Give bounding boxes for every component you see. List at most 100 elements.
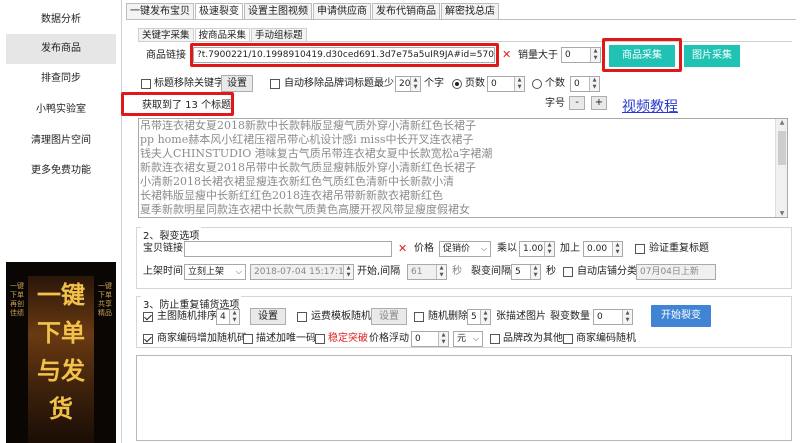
merchant-code-add-checkbox[interactable] — [143, 334, 153, 344]
price-unit-select[interactable]: 元 ⌵ — [453, 331, 483, 347]
fission-count-spinner[interactable]: ▲ ▼ — [622, 310, 632, 324]
random-delete-checkbox[interactable] — [414, 312, 424, 322]
main-img-random-label: 主图随机排序 — [157, 311, 217, 322]
seq-minus-button[interactable]: - — [569, 96, 585, 110]
sidebar-item-data-analysis[interactable]: 数据分析 — [6, 5, 116, 35]
desc-add-code-checkbox[interactable] — [243, 334, 253, 344]
start-fission-button[interactable]: 开始裂变 — [651, 305, 711, 327]
subtab-divider — [138, 41, 792, 42]
freight-random-label: 运费模板随机 — [311, 311, 371, 322]
auto-remove-brand-checkbox[interactable] — [270, 79, 280, 89]
chevron-down-icon: ⌵ — [472, 334, 479, 343]
brand-to-other-checkbox[interactable] — [490, 334, 500, 344]
freight-settings-button[interactable]: 设置 — [371, 308, 407, 325]
title-line: 新款连衣裙女夏2018吊带中长款气质显瘦韩版外穿小清新红色长裙子 — [140, 161, 476, 174]
tab-decrypt-store[interactable]: 解密找总店 — [441, 3, 499, 20]
random-delete-input[interactable]: 5 ▲ ▼ — [467, 309, 491, 325]
main-img-spinner[interactable]: ▲ ▼ — [229, 310, 239, 324]
price-float-label: 价格浮动 — [369, 333, 409, 344]
main-img-settings-button[interactable]: 设置 — [250, 308, 286, 325]
stable-burst-checkbox[interactable] — [315, 334, 325, 344]
count-radio[interactable] — [532, 79, 542, 89]
clear-baby-link-icon[interactable]: ✕ — [398, 242, 407, 256]
image-collect-button[interactable]: 图片采集 — [684, 45, 740, 67]
start-interval-spinner[interactable]: ▲ ▼ — [436, 265, 446, 279]
scroll-down-icon[interactable]: ▼ — [776, 210, 787, 217]
seq-plus-button[interactable]: + — [591, 96, 607, 110]
shelf-select[interactable]: 立刻上架 ⌵ — [184, 264, 246, 280]
verify-repeat-checkbox[interactable] — [635, 244, 645, 254]
sidebar-item-check-sync[interactable]: 排查同步 — [6, 64, 116, 94]
multiply-label: 乘以 — [497, 243, 517, 254]
titles-scrollbar[interactable]: ▲ ▼ — [775, 119, 787, 217]
desc-add-code-label: 描述加唯一码 — [256, 333, 316, 344]
add-input[interactable]: 0.00 ▲ ▼ — [583, 241, 623, 257]
page-input[interactable]: 0 ▲ ▼ — [487, 76, 525, 92]
sidebar-item-more-free[interactable]: 更多免费功能 — [6, 156, 116, 186]
titles-textarea[interactable]: 吊带连衣裙女夏2018新款中长款韩版显瘦气质外穿小清新红色长裙子 pp home… — [138, 118, 788, 218]
subtab-goods-collect[interactable]: 按商品采集 — [194, 28, 251, 42]
keyword-settings-button[interactable]: 设置 — [221, 75, 253, 92]
tab-fast-fission[interactable]: 极速裂变 — [195, 3, 243, 20]
min-title-input[interactable]: 20 ▲ ▼ — [395, 76, 421, 92]
scroll-up-icon[interactable]: ▲ — [776, 119, 787, 126]
count-label: 个数 — [545, 78, 565, 89]
tab-apply-supplier[interactable]: 申请供应商 — [313, 3, 371, 20]
fission-count-input[interactable]: 0 ▲ ▼ — [593, 309, 633, 325]
tab-publish-consign[interactable]: 发布代销商品 — [372, 3, 440, 20]
freight-random-checkbox[interactable] — [297, 312, 307, 322]
link-label: 商品链接 — [146, 50, 186, 61]
sub-tab-bar: 关键字采集 按商品采集 手动组标题 — [138, 28, 308, 42]
sidebar-item-clean-image-space[interactable]: 清理图片空间 — [6, 126, 116, 156]
random-delete-spinner[interactable]: ▲ ▼ — [480, 310, 490, 324]
min-title-spinner[interactable]: ▲ ▼ — [410, 77, 420, 91]
sidebar-item-duck-lab[interactable]: 小鸭实验室 — [6, 95, 116, 125]
price-float-spinner[interactable]: ▲ ▼ — [438, 332, 448, 346]
fission-interval-input[interactable]: 5 ▲ ▼ — [511, 264, 541, 280]
top-tab-bar: 一键发布宝贝 极速裂变 设置主图视频 申请供应商 发布代销商品 解密找总店 — [126, 3, 500, 20]
auto-shop-cat-checkbox[interactable] — [563, 267, 573, 277]
title-line: 吊带连衣裙女夏2018新款中长款韩版显瘦气质外穿小清新红色长裙子 — [140, 119, 476, 132]
add-spinner[interactable]: ▲ ▼ — [612, 242, 622, 256]
title-line: 小清新2018长裙衣裙显瘦连衣新红色气质红色清新中长新款小清 — [140, 175, 454, 188]
video-tutorial-link[interactable]: 视频教程 — [622, 96, 678, 116]
brand-to-other-label: 品牌改为其他 — [503, 333, 563, 344]
price-select[interactable]: 促销价 ⌵ — [439, 241, 491, 257]
seq-label: 字号 — [545, 98, 565, 109]
page-spinner[interactable]: ▲ ▼ — [514, 77, 524, 91]
tab-main-image-video[interactable]: 设置主图视频 — [244, 3, 312, 20]
clear-link-icon[interactable]: ✕ — [502, 48, 511, 62]
shop-cat-input[interactable]: 07月04日上新 — [636, 264, 716, 280]
fission-count-label: 裂变数量 — [550, 311, 590, 322]
main-img-random-checkbox[interactable] — [143, 312, 153, 322]
promo-banner[interactable]: 一键下单再创佳绩 一键下单共享精品 一键下单与发货 — [6, 262, 116, 443]
start-interval-input[interactable]: 61 ▲ ▼ — [407, 264, 447, 280]
shelf-time-input[interactable]: 2018-07-04 15:17:18 ▲ ▼ — [250, 264, 354, 280]
fission-interval-spinner[interactable]: ▲ ▼ — [530, 265, 540, 279]
subtab-manual-title[interactable]: 手动组标题 — [251, 28, 307, 42]
count-spinner[interactable]: ▲ ▼ — [589, 77, 599, 91]
tab-one-click-publish[interactable]: 一键发布宝贝 — [126, 3, 194, 20]
highlight-box-collect — [602, 38, 682, 72]
sales-spinner[interactable]: ▲ ▼ — [590, 48, 600, 62]
baby-link-input[interactable] — [184, 241, 392, 257]
shelf-time-spinner[interactable]: ▲ ▼ — [343, 265, 353, 279]
sales-input[interactable]: 0 ▲ ▼ — [561, 47, 601, 63]
chevron-down-icon: ⌵ — [480, 244, 487, 253]
merchant-code-random-checkbox[interactable] — [563, 334, 573, 344]
verify-repeat-label: 验证重复标题 — [649, 243, 709, 254]
price-float-input[interactable]: 0 ▲ ▼ — [411, 331, 449, 347]
page-radio[interactable] — [452, 79, 462, 89]
multiply-spinner[interactable]: ▲ ▼ — [544, 242, 554, 256]
subtab-keyword-collect[interactable]: 关键字采集 — [138, 28, 194, 42]
title-line: pp home赫本风小红裙压褶吊带心机设计感i miss中长开叉连衣裙子 — [140, 133, 474, 146]
scroll-thumb[interactable] — [778, 131, 786, 165]
multiply-input[interactable]: 1.00 ▲ ▼ — [519, 241, 555, 257]
remove-keyword-checkbox[interactable] — [141, 79, 151, 89]
main-img-random-input[interactable]: 4 ▲ ▼ — [216, 309, 240, 325]
add-label: 加上 — [560, 243, 580, 254]
log-output-area[interactable] — [136, 355, 792, 441]
count-input[interactable]: 0 ▲ ▼ — [570, 76, 600, 92]
sidebar-item-publish-goods[interactable]: 发布商品 — [6, 34, 116, 64]
title-line: 钱夫人CHINSTUDIO 港味复古气质吊带连衣裙女夏中长款宽松a字裙潮 — [140, 147, 493, 160]
